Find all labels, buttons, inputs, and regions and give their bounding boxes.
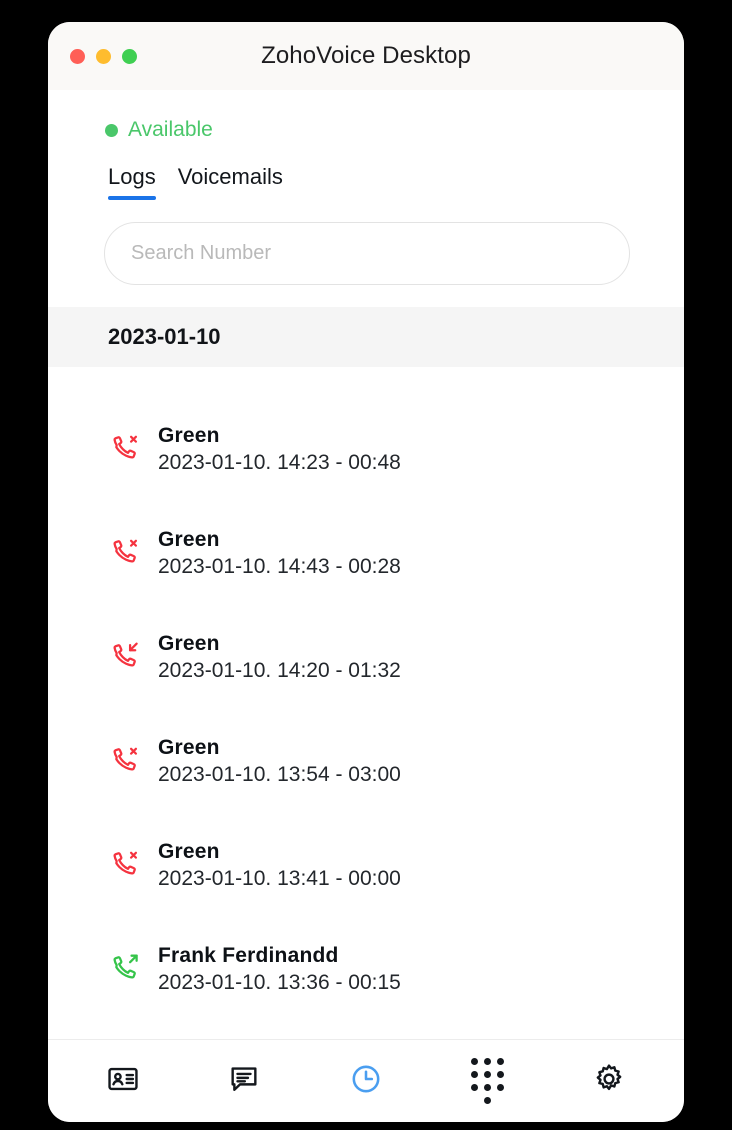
call-log-row[interactable]: Frank Ferdinandd 2023-01-10. 13:36 - 00:… <box>48 917 684 1021</box>
status-dot-icon <box>105 124 118 137</box>
contacts-icon <box>106 1062 140 1101</box>
call-log-text: Green 2023-01-10. 14:20 - 01:32 <box>158 632 401 683</box>
call-log-row[interactable]: Green 2023-01-10. 14:23 - 00:48 <box>48 397 684 501</box>
tab-voicemails[interactable]: Voicemails <box>178 164 283 200</box>
call-contact-name: Green <box>158 736 401 760</box>
call-log-text: Green 2023-01-10. 13:54 - 03:00 <box>158 736 401 787</box>
call-contact-name: Green <box>158 424 401 448</box>
call-log-text: Frank Ferdinandd 2023-01-10. 13:36 - 00:… <box>158 944 401 995</box>
call-meta: 2023-01-10. 14:43 - 00:28 <box>158 555 401 579</box>
date-section-header: 2023-01-10 <box>48 307 684 367</box>
missed-call-icon <box>106 534 144 572</box>
nav-messages-button[interactable] <box>216 1053 272 1109</box>
messages-icon <box>227 1062 261 1101</box>
traffic-light-controls <box>70 22 137 90</box>
call-contact-name: Green <box>158 528 401 552</box>
call-contact-name: Frank Ferdinandd <box>158 944 401 968</box>
tab-voicemails-label: Voicemails <box>178 164 283 189</box>
dialpad-icon <box>471 1058 504 1104</box>
call-meta: 2023-01-10. 14:23 - 00:48 <box>158 451 401 475</box>
call-history-clock-icon <box>349 1062 383 1101</box>
call-log-row[interactable]: Green 2023-01-10. 14:43 - 00:28 <box>48 501 684 605</box>
app-window: ZohoVoice Desktop Available Logs Voicema… <box>48 22 684 1122</box>
nav-contacts-button[interactable] <box>95 1053 151 1109</box>
search-container <box>48 200 684 285</box>
maximize-window-button[interactable] <box>122 49 137 64</box>
missed-call-icon <box>106 430 144 468</box>
call-log-text: Green 2023-01-10. 13:41 - 00:00 <box>158 840 401 891</box>
call-log-text: Green 2023-01-10. 14:23 - 00:48 <box>158 424 401 475</box>
call-meta: 2023-01-10. 13:41 - 00:00 <box>158 867 401 891</box>
call-log-row[interactable]: Green 2023-01-10. 13:41 - 00:00 <box>48 813 684 917</box>
minimize-window-button[interactable] <box>96 49 111 64</box>
status-label: Available <box>128 118 213 142</box>
nav-dialpad-button[interactable] <box>460 1053 516 1109</box>
call-log-text: Green 2023-01-10. 14:43 - 00:28 <box>158 528 401 579</box>
nav-call-history-button[interactable] <box>338 1053 394 1109</box>
call-contact-name: Green <box>158 840 401 864</box>
call-log-row[interactable]: Green 2023-01-10. 14:20 - 01:32 <box>48 605 684 709</box>
call-meta: 2023-01-10. 13:54 - 03:00 <box>158 763 401 787</box>
call-log-list: Green 2023-01-10. 14:23 - 00:48 Green 20… <box>48 367 684 1039</box>
call-meta: 2023-01-10. 13:36 - 00:15 <box>158 971 401 995</box>
search-input[interactable] <box>104 222 630 285</box>
tab-logs-label: Logs <box>108 164 156 189</box>
call-log-row[interactable]: Green 2023-01-10. 13:54 - 03:00 <box>48 709 684 813</box>
settings-gear-icon <box>592 1062 626 1101</box>
missed-call-icon <box>106 846 144 884</box>
close-window-button[interactable] <box>70 49 85 64</box>
outgoing-call-icon <box>106 950 144 988</box>
tab-bar: Logs Voicemails <box>48 142 684 200</box>
incoming-call-icon <box>106 638 144 676</box>
missed-call-icon <box>106 742 144 780</box>
call-contact-name: Green <box>158 632 401 656</box>
presence-status[interactable]: Available <box>48 90 684 142</box>
title-bar: ZohoVoice Desktop <box>48 22 684 90</box>
tab-logs[interactable]: Logs <box>108 164 156 200</box>
bottom-navigation-bar <box>48 1039 684 1122</box>
call-meta: 2023-01-10. 14:20 - 01:32 <box>158 659 401 683</box>
window-title: ZohoVoice Desktop <box>48 42 684 70</box>
nav-settings-button[interactable] <box>581 1053 637 1109</box>
